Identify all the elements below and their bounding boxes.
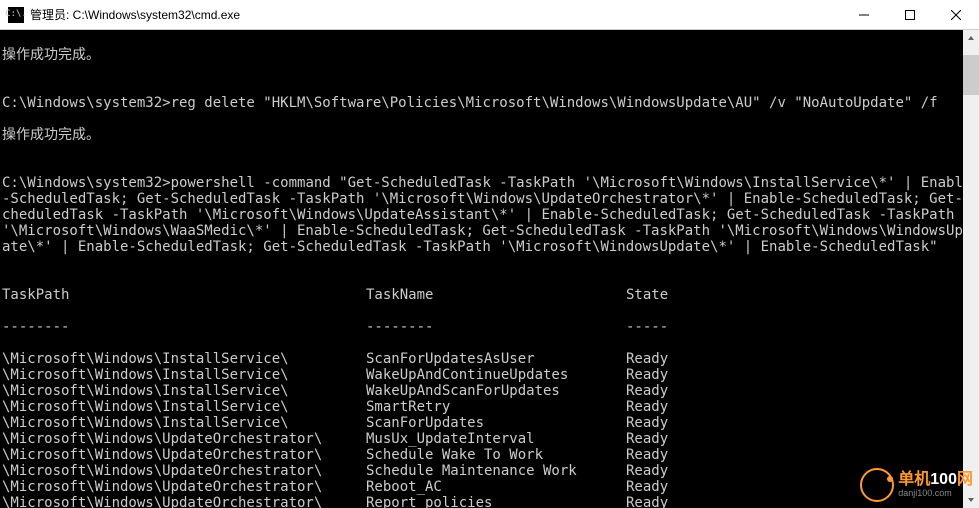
maximize-button[interactable] bbox=[887, 0, 933, 29]
table-row: \Microsoft\Windows\InstallService\WakeUp… bbox=[2, 367, 977, 383]
cell-state: Ready bbox=[626, 447, 977, 463]
scrollbar-thumb[interactable] bbox=[963, 55, 979, 95]
cell-taskpath: \Microsoft\Windows\UpdateOrchestrator\ bbox=[2, 431, 366, 447]
table-row: \Microsoft\Windows\InstallService\WakeUp… bbox=[2, 383, 977, 399]
output-line: 操作成功完成。 bbox=[2, 47, 977, 63]
cell-state: Ready bbox=[626, 463, 977, 479]
window-title: 管理员: C:\Windows\system32\cmd.exe bbox=[30, 6, 841, 23]
cell-state: Ready bbox=[626, 367, 977, 383]
cell-taskpath: \Microsoft\Windows\InstallService\ bbox=[2, 383, 366, 399]
table-row: \Microsoft\Windows\UpdateOrchestrator\Re… bbox=[2, 495, 977, 508]
header-taskname: TaskName bbox=[366, 287, 626, 303]
cell-taskpath: \Microsoft\Windows\InstallService\ bbox=[2, 351, 366, 367]
cell-taskname: SmartRetry bbox=[366, 399, 626, 415]
scroll-up-button[interactable] bbox=[963, 30, 979, 46]
cell-taskpath: \Microsoft\Windows\UpdateOrchestrator\ bbox=[2, 463, 366, 479]
cell-state: Ready bbox=[626, 383, 977, 399]
cell-taskname: MusUx_UpdateInterval bbox=[366, 431, 626, 447]
cell-taskname: ScanForUpdatesAsUser bbox=[366, 351, 626, 367]
cell-taskname: Report policies bbox=[366, 495, 626, 508]
cmd-icon: C:\. bbox=[8, 7, 24, 23]
prompt: C:\Windows\system32> bbox=[2, 95, 171, 111]
cell-taskname: Schedule Maintenance Work bbox=[366, 463, 626, 479]
header-taskpath: TaskPath bbox=[2, 287, 366, 303]
table-row: \Microsoft\Windows\UpdateOrchestrator\Mu… bbox=[2, 431, 977, 447]
table-divider: --------------------- bbox=[2, 319, 977, 335]
minimize-button[interactable] bbox=[841, 0, 887, 29]
cell-taskpath: \Microsoft\Windows\UpdateOrchestrator\ bbox=[2, 447, 366, 463]
scroll-down-button[interactable] bbox=[963, 492, 979, 508]
cell-state: Ready bbox=[626, 399, 977, 415]
cell-taskpath: \Microsoft\Windows\InstallService\ bbox=[2, 399, 366, 415]
command-text: reg delete "HKLM\Software\Policies\Micro… bbox=[171, 95, 938, 111]
table-row: \Microsoft\Windows\UpdateOrchestrator\Sc… bbox=[2, 447, 977, 463]
window-titlebar: C:\. 管理员: C:\Windows\system32\cmd.exe bbox=[0, 0, 979, 30]
table-row: \Microsoft\Windows\UpdateOrchestrator\Re… bbox=[2, 479, 977, 495]
command-line: C:\Windows\system32>powershell -command … bbox=[2, 175, 977, 255]
terminal-output[interactable]: 操作成功完成。 C:\Windows\system32>reg delete "… bbox=[0, 30, 979, 508]
table-row: \Microsoft\Windows\InstallService\ScanFo… bbox=[2, 415, 977, 431]
cell-taskname: Schedule Wake To Work bbox=[366, 447, 626, 463]
cell-state: Ready bbox=[626, 431, 977, 447]
cell-state: Ready bbox=[626, 415, 977, 431]
cell-taskpath: \Microsoft\Windows\UpdateOrchestrator\ bbox=[2, 495, 366, 508]
cell-taskpath: \Microsoft\Windows\InstallService\ bbox=[2, 415, 366, 431]
header-state: State bbox=[626, 287, 977, 303]
cell-taskname: Reboot_AC bbox=[366, 479, 626, 495]
command-line: C:\Windows\system32>reg delete "HKLM\Sof… bbox=[2, 95, 977, 111]
vertical-scrollbar[interactable] bbox=[963, 30, 979, 508]
table-header: TaskPathTaskNameState bbox=[2, 287, 977, 303]
cell-taskname: ScanForUpdates bbox=[366, 415, 626, 431]
cell-taskname: WakeUpAndContinueUpdates bbox=[366, 367, 626, 383]
cell-state: Ready bbox=[626, 479, 977, 495]
prompt: C:\Windows\system32> bbox=[2, 175, 171, 191]
table-row: \Microsoft\Windows\InstallService\ScanFo… bbox=[2, 351, 977, 367]
table-row: \Microsoft\Windows\UpdateOrchestrator\Sc… bbox=[2, 463, 977, 479]
table-row: \Microsoft\Windows\InstallService\SmartR… bbox=[2, 399, 977, 415]
cell-state: Ready bbox=[626, 495, 977, 508]
cell-state: Ready bbox=[626, 351, 977, 367]
cell-taskpath: \Microsoft\Windows\InstallService\ bbox=[2, 367, 366, 383]
window-controls bbox=[841, 0, 979, 29]
output-line: 操作成功完成。 bbox=[2, 127, 977, 143]
cell-taskpath: \Microsoft\Windows\UpdateOrchestrator\ bbox=[2, 479, 366, 495]
close-button[interactable] bbox=[933, 0, 979, 29]
cell-taskname: WakeUpAndScanForUpdates bbox=[366, 383, 626, 399]
